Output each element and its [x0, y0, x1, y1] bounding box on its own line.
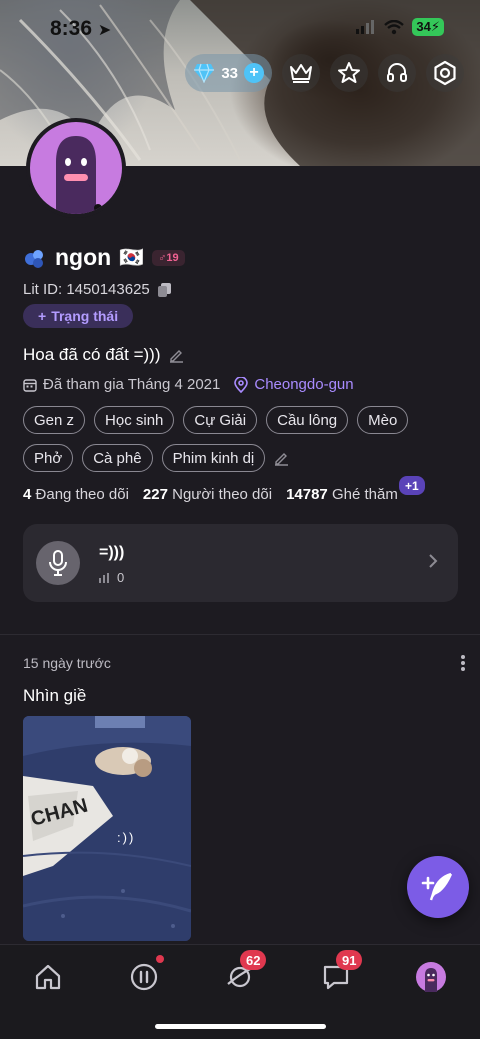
plus-icon: + — [38, 308, 47, 324]
profile-avatar-icon — [416, 962, 446, 992]
location-pin-icon — [234, 376, 249, 393]
tab-messages[interactable]: 91 — [318, 950, 363, 995]
add-gems-icon[interactable]: + — [244, 63, 264, 83]
star-icon — [338, 62, 360, 83]
calendar-icon — [23, 378, 37, 392]
gender-level-badge: ♂19 — [152, 249, 185, 266]
copy-icon[interactable] — [157, 282, 171, 297]
profile-topbar: 33 + — [185, 54, 464, 92]
lit-id: Lit ID: 1450143625 — [23, 281, 150, 298]
profile-name-row: ngon 🇰🇷 ♂19 — [23, 244, 185, 271]
interest-tag[interactable]: Mèo — [357, 406, 409, 434]
voice-title: =))) — [99, 544, 125, 561]
microphone-icon — [36, 541, 80, 585]
settings-button[interactable] — [426, 54, 464, 92]
status-bar: 8:36 ➤ 34⚡ — [0, 0, 480, 56]
battery-indicator: 34⚡ — [412, 18, 444, 36]
post-photo-art: CHAN — [23, 716, 191, 941]
tab-explore[interactable]: 62 — [222, 950, 267, 995]
profile-stats: 4 Đang theo dõi 227 Người theo dõi 14787… — [23, 486, 398, 503]
favorites-button[interactable] — [330, 54, 368, 92]
diamond-icon — [194, 63, 215, 83]
bio-text: Hoa đã có đất =))) — [23, 345, 161, 364]
status-button-label: Trạng thái — [51, 308, 119, 324]
interest-tag[interactable]: Phim kinh dị — [161, 444, 266, 472]
interest-tag[interactable]: Gen z — [23, 406, 86, 434]
section-divider — [0, 634, 480, 635]
profile-avatar[interactable] — [26, 118, 126, 218]
wifi-icon — [384, 19, 405, 34]
interest-tag[interactable]: Cầu lông — [266, 406, 349, 434]
post-text: Nhìn giề — [23, 686, 87, 705]
set-status-button[interactable]: + Trạng thái — [23, 304, 134, 328]
notification-dot — [156, 955, 164, 963]
headset-icon — [387, 63, 407, 82]
settings-icon — [434, 60, 456, 86]
interest-tag[interactable]: Phở — [23, 444, 74, 472]
post-image[interactable]: CHAN :)) — [23, 716, 191, 941]
status-time: 8:36 ➤ — [50, 17, 112, 40]
signal-icon — [356, 20, 375, 34]
tab-live[interactable] — [126, 955, 164, 995]
vip-button[interactable] — [282, 54, 320, 92]
country-flag-icon: 🇰🇷 — [119, 247, 145, 269]
home-indicator — [155, 1024, 326, 1029]
interest-tags: Gen z Học sinh Cự Giải Cầu lông Mèo Phở … — [23, 406, 463, 472]
interest-tag[interactable]: Cự Giải — [183, 406, 258, 434]
support-button[interactable] — [378, 54, 416, 92]
location-link[interactable]: Cheongdo-gun — [254, 376, 353, 393]
post-image-caption: :)) — [117, 830, 136, 845]
more-options-icon[interactable] — [460, 653, 466, 673]
tab-home[interactable] — [30, 959, 66, 995]
avatar-mascot — [56, 136, 102, 214]
edit-tags-icon[interactable] — [274, 451, 289, 466]
gems-cluster-icon — [25, 249, 43, 268]
status-icons: 34⚡ — [356, 18, 444, 36]
new-visits-badge: +1 — [399, 476, 425, 495]
interest-tag[interactable]: Học sinh — [94, 406, 175, 434]
following-stat[interactable]: 4 Đang theo dõi — [23, 486, 129, 503]
lit-id-row: Lit ID: 1450143625 — [23, 281, 171, 298]
avatar-image — [26, 118, 126, 218]
profile-meta-row: Đã tham gia Tháng 4 2021 Cheongdo-gun — [23, 376, 354, 393]
messages-badge: 91 — [336, 950, 363, 970]
explore-badge: 62 — [240, 950, 267, 970]
voice-plays: 0 — [99, 570, 124, 585]
gem-balance-button[interactable]: 33 + — [185, 54, 272, 92]
live-icon — [130, 963, 158, 991]
feather-plus-icon — [421, 872, 453, 901]
followers-stat[interactable]: 227 Người theo dõi — [143, 486, 272, 503]
edit-bio-icon[interactable] — [169, 348, 184, 363]
bars-icon — [99, 572, 109, 583]
gem-count: 33 — [221, 64, 238, 82]
chevron-right-icon — [429, 554, 438, 568]
interest-tag[interactable]: Cà phê — [82, 444, 153, 472]
post-date: 15 ngày trước — [23, 655, 111, 671]
profile-name: ngon — [55, 244, 112, 270]
joined-date: Đã tham gia Tháng 4 2021 — [43, 376, 221, 393]
bio-row: Hoa đã có đất =))) — [23, 345, 184, 365]
visits-stat[interactable]: 14787 Ghé thăm — [286, 486, 398, 503]
new-post-button[interactable] — [407, 856, 469, 918]
tab-profile[interactable] — [413, 959, 449, 995]
home-icon — [35, 964, 61, 990]
voice-intro-card[interactable]: =))) 0 — [23, 524, 458, 602]
crown-icon — [290, 64, 312, 83]
